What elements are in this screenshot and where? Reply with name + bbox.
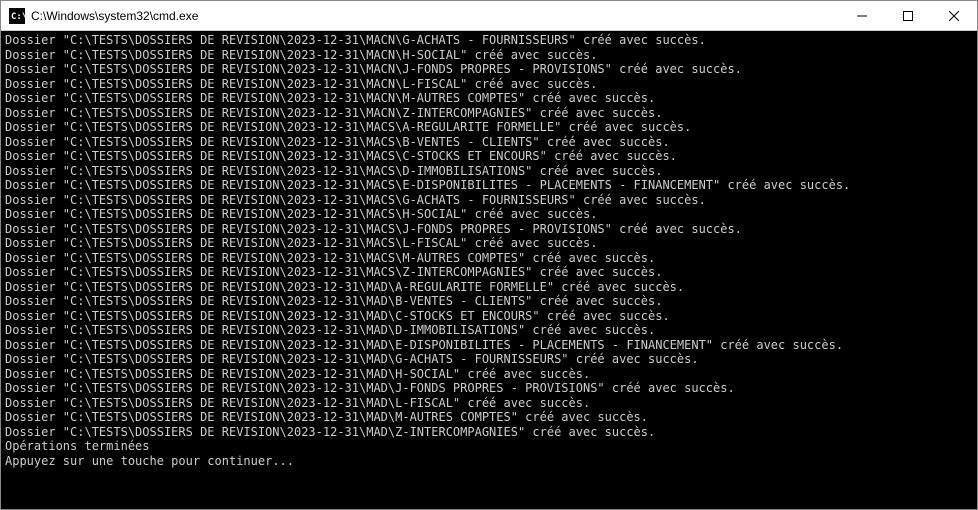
svg-text:C:\: C:\ [11,12,25,22]
console-line: Dossier "C:\TESTS\DOSSIERS DE REVISION\2… [5,236,973,251]
console-line: Dossier "C:\TESTS\DOSSIERS DE REVISION\2… [5,396,973,411]
console-line: Dossier "C:\TESTS\DOSSIERS DE REVISION\2… [5,352,973,367]
maximize-button[interactable] [885,1,931,31]
cmd-window: C:\ C:\Windows\system32\cmd.exe Dossier … [0,0,978,510]
console-line: Dossier "C:\TESTS\DOSSIERS DE REVISION\2… [5,367,973,382]
console-line: Dossier "C:\TESTS\DOSSIERS DE REVISION\2… [5,91,973,106]
titlebar[interactable]: C:\ C:\Windows\system32\cmd.exe [1,1,977,31]
minimize-button[interactable] [839,1,885,31]
console-line: Dossier "C:\TESTS\DOSSIERS DE REVISION\2… [5,425,973,440]
console-line: Dossier "C:\TESTS\DOSSIERS DE REVISION\2… [5,77,973,92]
console-line: Dossier "C:\TESTS\DOSSIERS DE REVISION\2… [5,120,973,135]
console-line: Dossier "C:\TESTS\DOSSIERS DE REVISION\2… [5,265,973,280]
console-line: Dossier "C:\TESTS\DOSSIERS DE REVISION\2… [5,178,973,193]
console-line: Dossier "C:\TESTS\DOSSIERS DE REVISION\2… [5,48,973,63]
console-line: Dossier "C:\TESTS\DOSSIERS DE REVISION\2… [5,33,973,48]
cmd-icon: C:\ [9,8,25,24]
console-line: Dossier "C:\TESTS\DOSSIERS DE REVISION\2… [5,193,973,208]
console-line: Dossier "C:\TESTS\DOSSIERS DE REVISION\2… [5,338,973,353]
console-line: Dossier "C:\TESTS\DOSSIERS DE REVISION\2… [5,62,973,77]
close-button[interactable] [931,1,977,31]
titlebar-title: C:\Windows\system32\cmd.exe [31,1,839,31]
console-line: Dossier "C:\TESTS\DOSSIERS DE REVISION\2… [5,323,973,338]
console-line: Dossier "C:\TESTS\DOSSIERS DE REVISION\2… [5,164,973,179]
console-line: Dossier "C:\TESTS\DOSSIERS DE REVISION\2… [5,251,973,266]
console-line: Dossier "C:\TESTS\DOSSIERS DE REVISION\2… [5,410,973,425]
console-output[interactable]: Dossier "C:\TESTS\DOSSIERS DE REVISION\2… [1,31,977,509]
console-line: Dossier "C:\TESTS\DOSSIERS DE REVISION\2… [5,294,973,309]
console-line: Dossier "C:\TESTS\DOSSIERS DE REVISION\2… [5,207,973,222]
window-controls [839,1,977,30]
console-line: Dossier "C:\TESTS\DOSSIERS DE REVISION\2… [5,309,973,324]
console-line: Opérations terminées [5,439,973,454]
console-line: Dossier "C:\TESTS\DOSSIERS DE REVISION\2… [5,149,973,164]
console-line: Appuyez sur une touche pour continuer... [5,454,973,469]
console-line: Dossier "C:\TESTS\DOSSIERS DE REVISION\2… [5,106,973,121]
console-line: Dossier "C:\TESTS\DOSSIERS DE REVISION\2… [5,222,973,237]
console-line: Dossier "C:\TESTS\DOSSIERS DE REVISION\2… [5,280,973,295]
console-line: Dossier "C:\TESTS\DOSSIERS DE REVISION\2… [5,381,973,396]
console-line: Dossier "C:\TESTS\DOSSIERS DE REVISION\2… [5,135,973,150]
